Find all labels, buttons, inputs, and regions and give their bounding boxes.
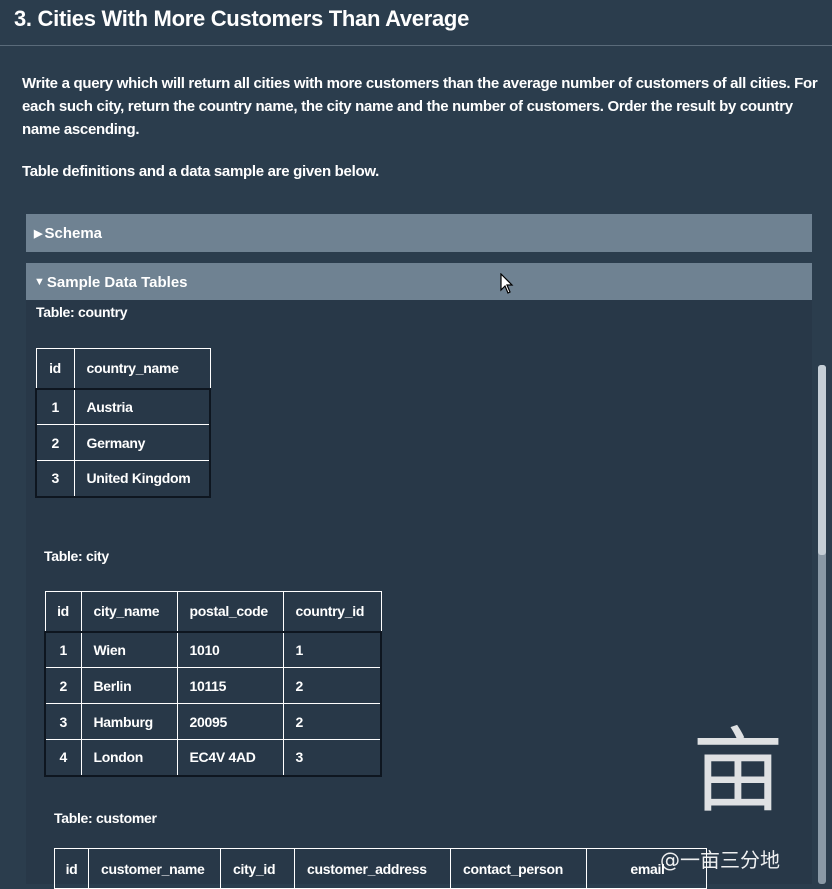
- column-header: id: [54, 848, 89, 889]
- schema-panel-label: Schema: [44, 224, 103, 242]
- table-cell: Hamburg: [80, 703, 178, 740]
- table-cell: 10115: [176, 667, 284, 704]
- table-cell: 1: [44, 631, 82, 668]
- table-cell: 2: [282, 703, 382, 740]
- table-row: 3 Hamburg 20095 2: [44, 703, 382, 740]
- table-cell: EC4V 4AD: [176, 739, 284, 776]
- city-table: id city_name postal_code country_id 1 Wi…: [44, 591, 382, 777]
- table-header-row: id city_name postal_code country_id: [44, 591, 382, 632]
- column-header: customer_name: [88, 848, 221, 889]
- table-row: 1 Austria: [35, 388, 211, 425]
- table-row: 1 Wien 1010 1: [44, 631, 382, 668]
- mouse-pointer-icon: [500, 273, 514, 294]
- table-cell: 3: [44, 703, 82, 740]
- table-row: 3 United Kingdom: [35, 460, 211, 497]
- table-cell: 1: [35, 388, 75, 425]
- schema-panel-toggle[interactable]: ▶ Schema: [26, 214, 812, 252]
- table-cell: United Kingdom: [73, 460, 211, 497]
- column-header: country_id: [282, 591, 382, 632]
- table-header-row: id country_name: [35, 348, 211, 389]
- sample-data-panel-label: Sample Data Tables: [46, 273, 188, 291]
- watermark-text: @一亩三分地: [660, 848, 780, 872]
- column-header: country_name: [73, 348, 211, 389]
- expand-arrow-icon: ▶: [34, 227, 43, 240]
- column-header: id: [44, 591, 82, 632]
- country-table: id country_name 1 Austria 2 Germany 3 Un…: [35, 348, 211, 498]
- country-table-label: Table: country: [36, 304, 128, 320]
- table-cell: 1: [282, 631, 382, 668]
- column-header: id: [35, 348, 75, 389]
- table-note: Table definitions and a data sample are …: [22, 163, 379, 180]
- table-row: 4 London EC4V 4AD 3: [44, 739, 382, 776]
- table-cell: 2: [35, 424, 75, 461]
- column-header: contact_person: [450, 848, 587, 889]
- problem-description: Write a query which will return all citi…: [22, 75, 818, 138]
- city-table-label: Table: city: [44, 548, 109, 564]
- column-header: postal_code: [176, 591, 284, 632]
- table-cell: 1010: [176, 631, 284, 668]
- table-row: 2 Germany: [35, 424, 211, 461]
- table-cell: Wien: [80, 631, 178, 668]
- sample-data-panel-toggle[interactable]: ▼ Sample Data Tables: [26, 263, 812, 301]
- column-header: city_name: [80, 591, 178, 632]
- table-row: 2 Berlin 10115 2: [44, 667, 382, 704]
- column-header: city_id: [220, 848, 295, 889]
- customer-table-label: Table: customer: [54, 810, 157, 826]
- table-cell: 3: [282, 739, 382, 776]
- page-title: 3. Cities With More Customers Than Avera…: [14, 6, 470, 31]
- collapse-arrow-icon: ▼: [34, 276, 45, 288]
- scrollbar-thumb[interactable]: [818, 365, 826, 555]
- table-cell: Germany: [73, 424, 211, 461]
- column-header: customer_address: [294, 848, 451, 889]
- table-cell: 2: [44, 667, 82, 704]
- customer-table: id customer_name city_id customer_addres…: [54, 848, 707, 889]
- table-cell: 2: [282, 667, 382, 704]
- table-cell: Austria: [73, 388, 211, 425]
- title-bar: 3. Cities With More Customers Than Avera…: [0, 0, 832, 46]
- table-cell: 4: [44, 739, 82, 776]
- table-cell: Berlin: [80, 667, 178, 704]
- table-cell: 20095: [176, 703, 284, 740]
- table-cell: London: [80, 739, 178, 776]
- table-header-row: id customer_name city_id customer_addres…: [54, 848, 707, 889]
- table-cell: 3: [35, 460, 75, 497]
- watermark-logo: 亩: [691, 718, 784, 825]
